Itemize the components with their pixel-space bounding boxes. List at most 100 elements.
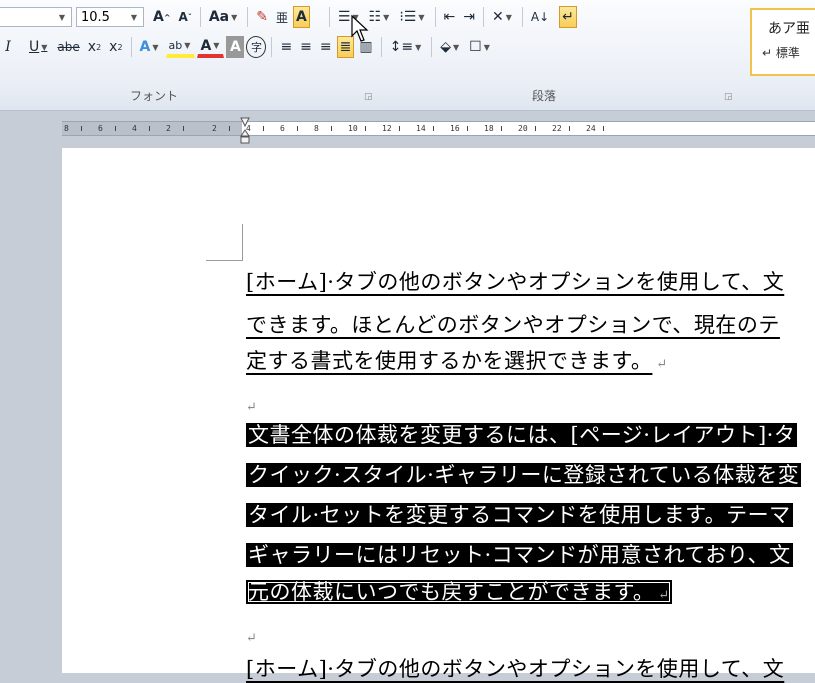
ruler-tick-label: 8: [314, 124, 319, 133]
ruler-tick-label: 10: [348, 124, 358, 133]
underline-button[interactable]: U ▼: [26, 36, 52, 58]
text-line: ギャラリーにはリセット·コマンドが用意されており、文: [246, 539, 793, 569]
margin-corner-mark: [206, 224, 243, 261]
paragraph-group-label: 段落: [532, 89, 557, 103]
ruler-tick-label: 4: [132, 124, 137, 133]
ruler-tick-label: 22: [552, 124, 562, 133]
char-shading-button[interactable]: A: [226, 36, 245, 58]
selected-text: 元の体裁にいつでも戻すことができます。 ↵: [246, 580, 672, 604]
separator: [247, 7, 249, 27]
separator: [130, 37, 132, 57]
superscript-button[interactable]: x2: [106, 36, 125, 58]
subscript-button[interactable]: x2: [85, 36, 104, 58]
grow-font-button[interactable]: A ^: [150, 6, 174, 28]
separator: [431, 37, 433, 57]
sort-button[interactable]: A↓: [528, 6, 552, 28]
align-center-icon[interactable]: ≡: [297, 36, 315, 58]
ribbon: ▼ 10.5 ▼ A ^ Aˇ Aa ▼ ✎ 亜 A ☰ ▼ ☷ ▼ ⁝☰ ▼ ⇤ ⇥ ✕…: [0, 0, 815, 111]
phonetic-guide-button[interactable]: 亜: [273, 6, 291, 28]
ruler-tick-mark: [149, 126, 150, 131]
align-right-icon[interactable]: ≡: [317, 36, 335, 58]
paragraph-mark: ↵: [246, 400, 258, 415]
font-group-label: フォント: [130, 89, 179, 103]
borders-icon[interactable]: ☐ ▼: [466, 36, 495, 58]
font-name-combo[interactable]: ▼: [0, 7, 72, 27]
paragraph-dialog-launcher-icon[interactable]: ◲: [724, 92, 733, 102]
increase-indent-icon[interactable]: ⇥: [460, 6, 478, 28]
ruler-tick-mark: [535, 126, 536, 131]
empty-paragraph: ↵: [246, 392, 257, 416]
ruler-tick-label: 14: [416, 124, 426, 133]
separator: [434, 7, 436, 27]
multilevel-list-icon[interactable]: ⁝☰ ▼: [396, 6, 429, 28]
ruler-tick-label: 6: [280, 124, 285, 133]
text-line: [ホーム]·タブの他のボタンやオプションを使用して、文: [246, 657, 785, 681]
highlight-button[interactable]: ab ▼: [165, 36, 196, 58]
char-border-button[interactable]: A: [293, 6, 310, 28]
ruler-tick-mark: [399, 126, 400, 131]
ruler-tick-mark: [365, 126, 366, 131]
shading-icon[interactable]: ⬙ ▼: [437, 36, 464, 58]
show-hide-marks-icon[interactable]: ↵: [559, 6, 577, 28]
ruler-bar: 8 6 4 2 2 4 6 8 10 12 14 16 18 20 22 24: [62, 121, 815, 136]
ruler-tick-mark: [569, 126, 570, 131]
selected-text: 文書全体の体裁を変更するには、[ページ·レイアウト]·タ: [246, 423, 798, 447]
separator: [328, 7, 330, 27]
ruler-tick-mark: [115, 126, 116, 131]
separator: [380, 37, 382, 57]
ruler-tick-label: 12: [382, 124, 392, 133]
text-line: クイック·スタイル·ギャラリーに登録されている体裁を変: [246, 459, 802, 489]
ruler-tick-label: 16: [450, 124, 460, 133]
decrease-indent-icon[interactable]: ⇤: [441, 6, 459, 28]
line-spacing-icon[interactable]: ↕≡ ▼: [387, 36, 427, 58]
font-size-value: 10.5: [81, 9, 110, 25]
text-line: [ホーム]·タブの他のボタンやオプションを使用して、文: [246, 270, 785, 294]
indent-marker-icon[interactable]: [240, 117, 250, 145]
strikethrough-button[interactable]: abe: [54, 36, 82, 58]
ruler-tick-mark: [263, 126, 264, 131]
empty-paragraph: ↵: [246, 623, 257, 647]
ruler-tick-mark: [331, 126, 332, 131]
font-color-button[interactable]: A ▼: [197, 36, 225, 58]
styles-gallery[interactable]: あア亜 ↵ 標準: [750, 8, 815, 76]
clear-formatting-icon[interactable]: ✎: [253, 6, 271, 28]
ruler-tick-label: 2: [166, 124, 171, 133]
ruler-tick-mark: [297, 126, 298, 131]
paragraph-mark: ↵: [656, 357, 668, 372]
selected-text: タイル·セットを変更するコマンドを使用します。テーマ: [246, 503, 793, 527]
text-line: 元の体裁にいつでも戻すことができます。 ↵: [246, 576, 672, 606]
paragraph-mark: ↵: [658, 588, 670, 603]
text-line: 定する書式を使用するかを選択できます。 ↵: [246, 349, 668, 373]
ruler-tick-mark: [81, 126, 82, 131]
style-sample: あア亜: [768, 21, 810, 37]
change-case-button[interactable]: Aa ▼: [206, 6, 242, 28]
align-left-icon[interactable]: ≡: [277, 36, 295, 58]
selected-text: ギャラリーにはリセット·コマンドが用意されており、文: [246, 543, 793, 567]
separator: [482, 7, 484, 27]
style-name: ↵ 標準: [762, 46, 800, 60]
ruler-tick-mark: [501, 126, 502, 131]
mouse-pointer-icon: [351, 14, 369, 42]
text-effects-button[interactable]: A ▼: [137, 36, 164, 58]
document-page[interactable]: [ホーム]·タブの他のボタンやオプションを使用して、文 できます。ほとんどのボタ…: [62, 148, 815, 681]
enclosed-char-button[interactable]: 字: [246, 36, 267, 58]
separator: [521, 7, 523, 27]
ruler-tick-mark: [433, 126, 434, 131]
selected-text: クイック·スタイル·ギャラリーに登録されている体裁を変: [246, 463, 802, 487]
font-dialog-launcher-icon[interactable]: ◲: [364, 92, 373, 102]
ruler-tick-mark: [603, 126, 604, 131]
horizontal-ruler[interactable]: 8 6 4 2 2 4 6 8 10 12 14 16 18 20 22 24: [0, 114, 815, 144]
text-line: 文書全体の体裁を変更するには、[ページ·レイアウト]·タ: [246, 419, 798, 449]
asian-layout-icon[interactable]: ✕ ▼: [489, 6, 517, 28]
ruler-tick-mark: [467, 126, 468, 131]
shrink-font-button[interactable]: Aˇ: [176, 6, 195, 28]
paragraph-mark: ↵: [246, 631, 258, 646]
separator: [199, 7, 201, 27]
ruler-tick-label: 8: [64, 124, 69, 133]
text-line: できます。ほとんどのボタンやオプションで、現在のテ: [246, 313, 780, 337]
ruler-tick-label: 24: [586, 124, 596, 133]
ruler-tick-label: 18: [484, 124, 494, 133]
italic-button[interactable]: I: [1, 36, 15, 58]
font-size-combo[interactable]: 10.5 ▼: [76, 7, 144, 27]
ruler-tick-label: 2: [212, 124, 217, 133]
